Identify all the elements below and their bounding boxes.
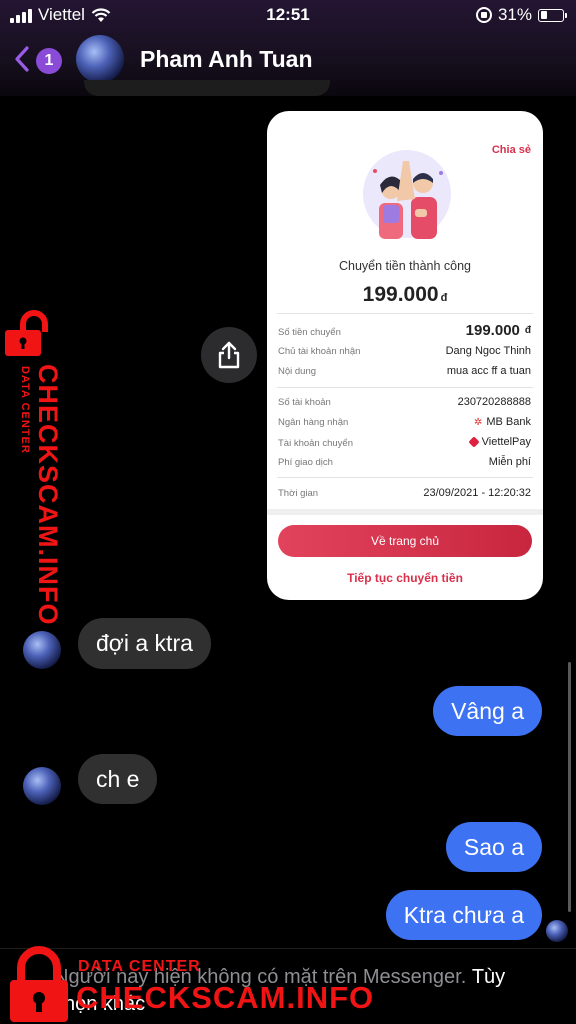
row-value: 23/09/2021 - 12:20:32: [423, 487, 531, 499]
scrollbar[interactable]: [568, 662, 571, 912]
receipt-row-time: Thời gian 23/09/2021 - 12:20:32: [278, 487, 531, 499]
previous-message-bubble: [84, 80, 330, 96]
battery-fill: [540, 11, 547, 19]
share-icon: [218, 341, 240, 369]
watermark-subtitle: DATA CENTER: [19, 366, 31, 454]
row-value: Dang Ngoc Thinh: [445, 345, 531, 357]
divider: [277, 387, 533, 388]
receipt-row-source-account: Tài khoản chuyển ViettelPay: [278, 436, 531, 449]
watermark-bottom: DATA CENTER CHECKSCAM.INFO: [6, 946, 373, 1022]
row-label: Nội dung: [278, 366, 317, 377]
back-button[interactable]: 1: [14, 42, 68, 76]
message-bubble-outgoing[interactable]: Ktra chưa a: [385, 890, 542, 940]
receipt-row-account-number: Số tài khoản 230720288888: [278, 396, 531, 408]
chat-header: 1 Pham Anh Tuan: [0, 34, 576, 84]
row-label: Chủ tài khoản nhận: [278, 346, 361, 357]
receipt-row-fee: Phí giao dịch Miễn phí: [278, 456, 531, 468]
row-value: 230720288888: [457, 396, 531, 408]
watermark-brand: CHECKSCAM.INFO: [33, 364, 63, 626]
chevron-left-icon: [15, 46, 29, 72]
battery-icon: [538, 8, 567, 22]
watermark-brand: CHECKSCAM.INFO: [76, 980, 375, 1015]
row-label: Phí giao dịch: [278, 457, 333, 468]
receipt-row-recipient: Chủ tài khoản nhận Dang Ngoc Thinh: [278, 345, 531, 357]
message-bubble-incoming[interactable]: ch e: [78, 754, 158, 804]
section-separator: [267, 509, 543, 515]
row-value-text: ViettelPay: [481, 436, 531, 448]
sender-avatar[interactable]: [23, 631, 61, 669]
receipt-title: Chuyển tiền thành công: [338, 259, 472, 273]
row-label: Thời gian: [278, 488, 319, 499]
divider: [277, 313, 533, 314]
receipt-image[interactable]: Chia sẻ Chuyển tiền thành công 199.000 đ …: [267, 111, 543, 600]
home-button[interactable]: Về trang chủ: [278, 525, 532, 557]
battery-percent: 31%: [497, 5, 532, 24]
continue-transfer-link[interactable]: Tiếp tục chuyển tiền: [267, 571, 543, 585]
message-bubble-incoming[interactable]: đợi a ktra: [78, 618, 211, 669]
padlock-icon: [5, 310, 48, 356]
row-value-amount: 199.000: [465, 322, 520, 339]
status-bar: Viettel 12:51 31%: [0, 0, 576, 32]
viettelpay-icon: [468, 436, 480, 448]
receipt-row-amount: Số tiền chuyển 199.000 đ: [278, 322, 531, 339]
row-value: ✲ MB Bank: [474, 416, 531, 428]
contact-name[interactable]: Pham Anh Tuan: [140, 46, 313, 73]
high-five-illustration-icon: [363, 150, 451, 239]
rotation-lock-icon: [475, 7, 492, 23]
row-label: Ngân hàng nhận: [278, 416, 349, 428]
row-value-currency: đ: [524, 325, 531, 336]
row-value: 199.000 đ: [466, 322, 531, 339]
receipt-amount: 199.000 đ: [267, 283, 543, 307]
sender-avatar[interactable]: [23, 767, 61, 805]
row-value-text: MB Bank: [486, 416, 531, 428]
message-bubble-outgoing[interactable]: Vâng a: [433, 686, 542, 736]
watermark-subtitle: DATA CENTER: [78, 958, 201, 975]
row-value: ViettelPay: [468, 436, 531, 448]
row-value: mua acc ff a tuan: [446, 365, 531, 377]
status-right: 31%: [475, 5, 567, 25]
divider: [277, 477, 533, 478]
watermark-side: CHECKSCAM.INFO DATA CENTER: [3, 310, 63, 626]
row-label: Số tiền chuyển: [278, 327, 341, 338]
receipt-row-bank: Ngân hàng nhận ✲ MB Bank: [278, 416, 531, 428]
receipt-amount-value: 199.000: [362, 283, 439, 306]
seen-avatar: [546, 920, 568, 942]
row-label: Tài khoản chuyển: [278, 438, 353, 449]
row-value: Miễn phí: [488, 456, 531, 468]
share-button[interactable]: [201, 327, 257, 383]
contact-avatar[interactable]: [76, 35, 124, 83]
row-label: Số tài khoản: [278, 397, 331, 408]
unread-badge: 1: [36, 48, 62, 74]
receipt-share-label: Chia sẻ: [491, 144, 531, 156]
receipt-amount-currency: đ: [440, 292, 448, 304]
message-bubble-outgoing[interactable]: Sao a: [445, 822, 542, 872]
mb-bank-icon: ✲: [473, 416, 483, 428]
padlock-icon: [10, 946, 68, 1022]
receipt-row-content: Nội dung mua acc ff a tuan: [278, 365, 531, 377]
